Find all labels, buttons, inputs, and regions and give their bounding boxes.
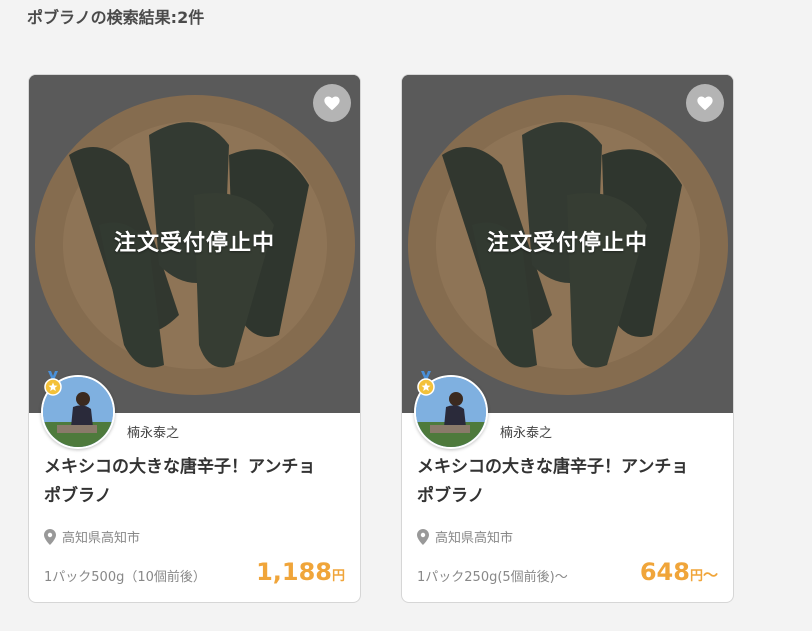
product-location: 高知県高知市 (417, 527, 513, 546)
search-results-title: ポブラノの検索結果:2件 (27, 8, 205, 27)
product-name-line2: ポブラノ (417, 486, 485, 506)
price: 1,188円 (256, 558, 345, 586)
product-photo: 注文受付停止中 (402, 75, 733, 413)
producer-name[interactable]: 楠永泰之 (500, 422, 552, 441)
heart-icon (697, 96, 713, 111)
product-name-line2: ポブラノ (44, 486, 112, 506)
price-suffix: 〜 (702, 566, 718, 584)
order-stopped-label: 注文受付停止中 (486, 231, 648, 256)
unit-description: 1パック500g（10個前後） (44, 570, 206, 585)
price-value: 648 (639, 558, 690, 586)
product-location: 高知県高知市 (44, 527, 140, 546)
medal-icon (44, 371, 62, 396)
unit-description: 1パック250g(5個前後)〜 (417, 570, 568, 585)
favorite-button[interactable] (686, 84, 724, 122)
product-name-line1: メキシコの大きな唐辛子！アンチョ (44, 457, 316, 477)
product-card[interactable]: 注文受付停止中 楠永泰之 メキシコの大きな唐辛子！アンチョ ポブラノ 高知県高知… (401, 74, 734, 603)
price-value: 1,188 (256, 558, 332, 586)
product-card[interactable]: 注文受付停止中 楠永泰之 メキシコの大きな唐辛子！アンチョ ポブラノ 高知県高知… (28, 74, 361, 603)
location-text: 高知県高知市 (62, 531, 141, 546)
price-currency: 円 (331, 569, 345, 584)
product-name[interactable]: メキシコの大きな唐辛子！アンチョ ポブラノ (44, 453, 345, 511)
map-pin-icon (417, 528, 429, 545)
map-pin-icon (44, 528, 56, 545)
producer-avatar-wrap[interactable] (414, 371, 488, 449)
medal-icon (417, 371, 435, 396)
favorite-button[interactable] (313, 84, 351, 122)
heart-icon (324, 96, 340, 111)
product-name-line1: メキシコの大きな唐辛子！アンチョ (417, 457, 689, 477)
location-text: 高知県高知市 (435, 531, 514, 546)
product-name[interactable]: メキシコの大きな唐辛子！アンチョ ポブラノ (417, 453, 718, 511)
producer-avatar-wrap[interactable] (41, 371, 115, 449)
order-stopped-label: 注文受付停止中 (113, 231, 275, 256)
price-currency: 円 (689, 569, 703, 584)
price: 648円〜 (640, 558, 718, 586)
product-photo: 注文受付停止中 (29, 75, 360, 413)
producer-name[interactable]: 楠永泰之 (127, 422, 179, 441)
